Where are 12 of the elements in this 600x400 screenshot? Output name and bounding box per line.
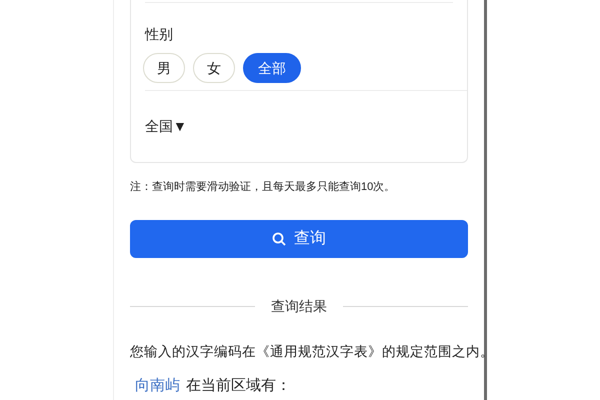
- search-button[interactable]: 查询: [130, 220, 468, 258]
- result-message: 您输入的汉字编码在《通用规范汉字表》的规定范围之内。: [130, 343, 494, 361]
- note-text: 注：查询时需要滑动验证，且每天最多只能查询10次。: [130, 180, 396, 195]
- gender-option[interactable]: 男: [143, 53, 185, 83]
- section-heading: 查询结果: [271, 297, 327, 316]
- result-text: 在当前区域有：: [186, 376, 291, 396]
- name-link[interactable]: 向南屿: [135, 375, 180, 397]
- gender-option[interactable]: 女: [193, 53, 235, 83]
- search-icon: [272, 232, 286, 246]
- gender-option[interactable]: 全部: [243, 53, 301, 83]
- region-dropdown[interactable]: 全国▼: [145, 116, 187, 136]
- field-label: 性别: [145, 25, 173, 44]
